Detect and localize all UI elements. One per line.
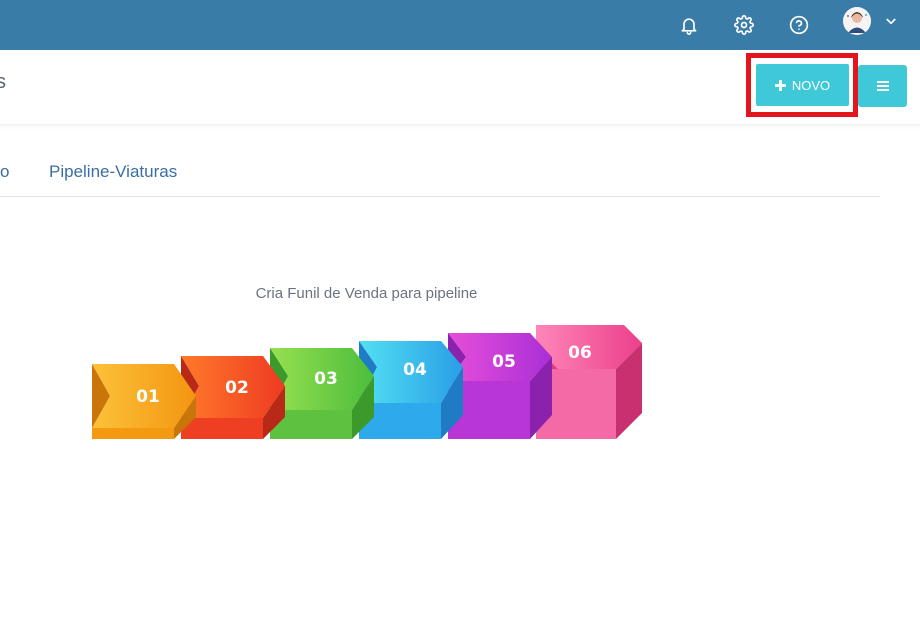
funnel-step-06-label: 06 bbox=[568, 343, 592, 363]
funnel-step-01: 01 bbox=[92, 364, 196, 439]
funnel-step-05: 05 bbox=[448, 333, 552, 439]
gear-icon[interactable] bbox=[727, 8, 761, 42]
funnel-step-02-label: 02 bbox=[225, 378, 249, 398]
tab-previous[interactable]: o bbox=[0, 162, 9, 182]
help-icon[interactable] bbox=[782, 8, 816, 42]
tab-pipeline-viaturas[interactable]: Pipeline-Viaturas bbox=[49, 162, 177, 182]
funnel-step-05-label: 05 bbox=[492, 352, 516, 372]
funnel-step-02: 02 bbox=[181, 356, 285, 439]
bell-icon[interactable] bbox=[672, 8, 706, 42]
empty-state-caption: Cria Funil de Venda para pipeline bbox=[255, 285, 478, 302]
avatar[interactable] bbox=[843, 7, 871, 35]
top-navbar bbox=[0, 0, 920, 50]
plus-icon bbox=[774, 79, 786, 91]
funnel-step-01-label: 01 bbox=[136, 387, 160, 407]
pipeline-tabs: o Pipeline-Viaturas bbox=[0, 150, 880, 197]
funnel-step-03-label: 03 bbox=[314, 369, 338, 389]
page-title: s bbox=[0, 71, 6, 93]
menu-button[interactable] bbox=[858, 65, 907, 107]
new-button[interactable]: NOVO bbox=[756, 64, 849, 106]
funnel-step-04-label: 04 bbox=[403, 360, 427, 380]
chevron-down-icon[interactable] bbox=[882, 12, 900, 30]
new-button-label: NOVO bbox=[791, 77, 831, 93]
funnel-step-04: 04 bbox=[359, 341, 463, 439]
funnel-step-03: 03 bbox=[270, 348, 374, 439]
hamburger-icon bbox=[876, 81, 889, 91]
funnel-illustration: 06 05 04 03 02 01 bbox=[92, 325, 642, 439]
